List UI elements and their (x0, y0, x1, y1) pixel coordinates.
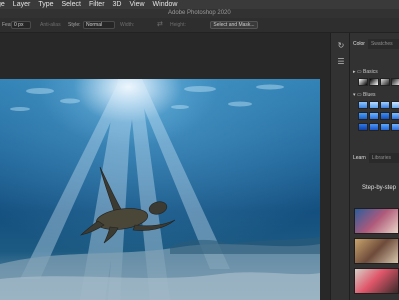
learn-heading: Step-by-step (362, 185, 397, 191)
swatch-blue-6[interactable] (369, 112, 379, 120)
swatch-group-blues[interactable]: ▾ ▭ Blues (353, 92, 376, 98)
swatch-blue-4[interactable] (391, 101, 399, 109)
feather-input[interactable]: 0 px (11, 21, 31, 29)
swatch-blue-11[interactable] (380, 123, 390, 131)
swatch-blue-1[interactable] (358, 101, 368, 109)
folder-icon: ▾ ▭ (353, 92, 364, 98)
swap-icon[interactable]: ⇄ (157, 21, 163, 28)
color-tabs: Color Swatches (350, 39, 399, 49)
swatch-group-basics[interactable]: ▸ ▭ Basics (353, 69, 378, 75)
style-select[interactable]: Normal (83, 21, 115, 29)
swatch-blue-3[interactable] (380, 101, 390, 109)
menu-select[interactable]: Select (59, 0, 86, 9)
menu-layer[interactable]: Layer (10, 0, 36, 9)
select-and-mask-button[interactable]: Select and Mask... (210, 21, 258, 29)
swatch-gradient-3[interactable] (380, 78, 390, 86)
options-bar: Feather: 0 px Anti-alias Style: Normal W… (0, 18, 399, 33)
window-title: Adobe Photoshop 2020 (168, 10, 231, 16)
swatch-blue-2[interactable] (369, 101, 379, 109)
style-label: Style: (68, 22, 81, 28)
swatch-gradient-2[interactable] (369, 78, 379, 86)
tab-swatches[interactable]: Swatches (368, 39, 396, 49)
swatch-group-label: Basics (363, 69, 378, 75)
swatch-gradient-4[interactable] (391, 78, 399, 86)
history-icon[interactable]: ↻ (336, 41, 346, 51)
swatch-gradient-1[interactable] (358, 78, 368, 86)
tab-learn[interactable]: Learn (350, 153, 369, 163)
tab-libraries[interactable]: Libraries (369, 153, 394, 163)
title-bar: Adobe Photoshop 2020 (0, 9, 399, 18)
menu-filter[interactable]: Filter (86, 0, 110, 9)
adjust-icon[interactable]: ☰ (336, 57, 346, 67)
width-label: Width: (120, 22, 135, 28)
swatch-blue-10[interactable] (369, 123, 379, 131)
menu-image[interactable]: ge (0, 0, 10, 9)
menu-window[interactable]: Window (150, 0, 183, 9)
swatch-blue-9[interactable] (358, 123, 368, 131)
tutorial-thumbnail-3[interactable] (354, 268, 399, 294)
tutorial-thumbnail-1[interactable] (354, 208, 399, 234)
tutorial-thumbnail-2[interactable] (354, 238, 399, 264)
learn-tabs: Learn Libraries (350, 153, 399, 163)
swatch-group-label: Blues (363, 92, 376, 98)
swatch-blue-7[interactable] (380, 112, 390, 120)
menu-view[interactable]: View (126, 0, 149, 9)
menu-3d[interactable]: 3D (110, 0, 127, 9)
panel-icon-column: ↻ ☰ (330, 33, 350, 300)
tab-color[interactable]: Color (350, 39, 368, 49)
height-label: Height: (170, 22, 186, 28)
menu-type[interactable]: Type (35, 0, 58, 9)
antialias-checkbox[interactable]: Anti-alias (40, 22, 61, 29)
folder-icon: ▸ ▭ (353, 69, 364, 75)
underwater-photo (0, 79, 320, 300)
swatch-blue-12[interactable] (391, 123, 399, 131)
swatch-blue-8[interactable] (391, 112, 399, 120)
document-canvas[interactable] (0, 79, 320, 300)
menu-bar: ge Layer Type Select Filter 3D View Wind… (0, 0, 399, 9)
swatch-blue-5[interactable] (358, 112, 368, 120)
